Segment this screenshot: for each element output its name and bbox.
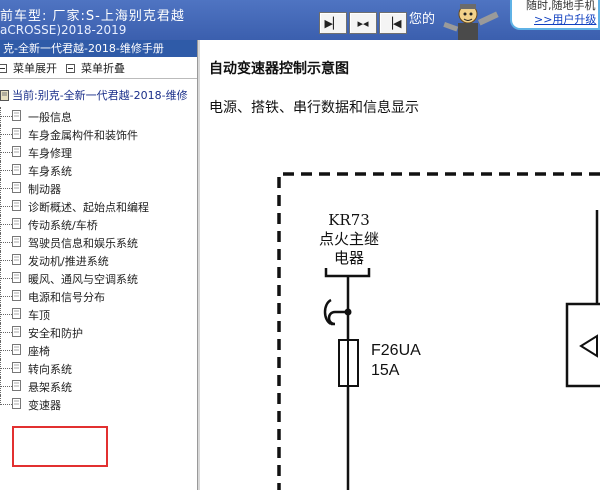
- collapse-menu-button[interactable]: 菜单折叠: [66, 60, 125, 76]
- split-arrows-icon: ▸◂: [357, 16, 369, 30]
- tree-item-label: 转向系统: [28, 363, 72, 376]
- tree-item-label: 暖风、通风与空调系统: [28, 273, 138, 286]
- nav-first-button[interactable]: ▶▏: [319, 12, 347, 34]
- document-icon: [12, 110, 21, 121]
- document-icon: [12, 254, 21, 265]
- tree-item-label: 发动机/推进系统: [28, 255, 109, 268]
- tree-item-label: 安全和防护: [28, 327, 83, 340]
- nav-split-button[interactable]: ▸◂: [349, 12, 377, 34]
- tree-item[interactable]: 车顶: [0, 305, 197, 323]
- page-subtitle: 电源、搭铁、串行数据和信息显示: [209, 100, 419, 116]
- tree-item[interactable]: 车身金属构件和装饰件: [0, 125, 197, 143]
- tree-item-label: 车身金属构件和装饰件: [28, 129, 138, 142]
- tree-item-label: 变速器: [28, 399, 61, 412]
- document-icon: [12, 200, 21, 211]
- tree-item-label: 车身修理: [28, 147, 72, 160]
- document-icon: [12, 146, 21, 157]
- collapse-icon: [66, 63, 75, 73]
- tree-item[interactable]: 诊断概述、起始点和编程: [0, 197, 197, 215]
- promo-panel: 随时,随地手机 >>用户升级: [510, 0, 600, 30]
- document-icon: [12, 218, 21, 229]
- top-banner: 前车型: 厂家:S-上海别克君越 aCROSSE)2018-2019 ▶▏ ▸◂…: [0, 0, 600, 40]
- tree-item[interactable]: 传动系统/车桥: [0, 215, 197, 233]
- expand-icon: [0, 63, 7, 73]
- tree-item[interactable]: 座椅: [0, 341, 197, 359]
- document-icon: [12, 326, 21, 337]
- fuse-code: F26UA: [371, 342, 421, 359]
- tree-item[interactable]: 发动机/推进系统: [0, 251, 197, 269]
- arrow-right-icon: ▶▏: [324, 16, 342, 30]
- tree-item-selected[interactable]: 变速器: [0, 395, 197, 413]
- fuse-rating: 15A: [371, 362, 400, 379]
- tree-item[interactable]: 暖风、通风与空调系统: [0, 269, 197, 287]
- page-title: 自动变速器控制示意图: [209, 61, 349, 77]
- document-icon: [12, 398, 21, 409]
- divider: [0, 78, 197, 79]
- module-boundary: [277, 172, 600, 490]
- tree-item[interactable]: 转向系统: [0, 359, 197, 377]
- arrow-left-icon: ▕◀: [384, 16, 402, 30]
- tree-item-label: 悬架系统: [28, 381, 72, 394]
- relay-name-2: 电器: [334, 249, 364, 267]
- navigation-pane: 克-全新一代君越-2018-维修手册 菜单展开 菜单折叠 当前:别克-全新一代君…: [0, 40, 197, 490]
- document-icon: [12, 236, 21, 247]
- document-icon: [12, 272, 21, 283]
- content-pane: 自动变速器控制示意图 电源、搭铁、串行数据和信息显示 KR73 点火主继 电器 …: [201, 40, 600, 490]
- document-icon: [12, 182, 21, 193]
- document-icon: [12, 290, 21, 301]
- tree-item-label: 电源和信号分布: [28, 291, 105, 304]
- open-book-icon: [0, 89, 9, 101]
- tree-item[interactable]: 电源和信号分布: [0, 287, 197, 305]
- current-manual-node[interactable]: 当前:别克-全新一代君越-2018-维修: [0, 87, 188, 103]
- tree-item[interactable]: 车身系统: [0, 161, 197, 179]
- relay-name-1: 点火主继: [319, 230, 379, 248]
- tree-item[interactable]: 驾驶员信息和娱乐系统: [0, 233, 197, 251]
- tree-item[interactable]: 安全和防护: [0, 323, 197, 341]
- tree-item-label: 传动系统/车桥: [28, 219, 98, 232]
- tree-item-label: 诊断概述、起始点和编程: [28, 201, 149, 214]
- tree-item[interactable]: 悬架系统: [0, 377, 197, 395]
- current-manual-label: 当前:别克-全新一代君越-2018-维修: [12, 89, 188, 102]
- upgrade-link[interactable]: >>用户升级: [534, 11, 596, 27]
- document-icon: [12, 164, 21, 175]
- wiring-diagram: KR73 点火主继 电器 F26UA 15A: [277, 172, 600, 490]
- tree-item[interactable]: 制动器: [0, 179, 197, 197]
- car-type-label: 前车型: 厂家:S-上海别克君越: [0, 9, 185, 24]
- tree-item-label: 座椅: [28, 345, 50, 358]
- mascot-icon: [443, 4, 499, 40]
- car-model-label: aCROSSE)2018-2019: [0, 23, 127, 37]
- nav-last-button[interactable]: ▕◀: [379, 12, 407, 34]
- relay-contact: [324, 268, 371, 278]
- expand-menu-label: 菜单展开: [13, 62, 57, 75]
- tree-item-label: 车顶: [28, 309, 50, 322]
- welcome-text: 您的: [409, 12, 436, 27]
- tree-item[interactable]: 车身修理: [0, 143, 197, 161]
- document-icon: [12, 308, 21, 319]
- tree-item-label: 车身系统: [28, 165, 72, 178]
- tree-item-label: 一般信息: [28, 111, 72, 124]
- tree-item[interactable]: 一般信息: [0, 107, 197, 125]
- expand-menu-button[interactable]: 菜单展开: [0, 60, 57, 76]
- document-icon: [12, 362, 21, 373]
- document-icon: [12, 128, 21, 139]
- highlight-annotation: [12, 426, 108, 467]
- tree-toolbar: 菜单展开 菜单折叠: [0, 58, 197, 76]
- relay-code: KR73: [328, 211, 370, 229]
- document-icon: [12, 380, 21, 391]
- tree-item-label: 制动器: [28, 183, 61, 196]
- manual-title: 克-全新一代君越-2018-维修手册: [0, 40, 197, 57]
- chapter-tree: 一般信息 车身金属构件和装饰件 车身修理 车身系统 制动器 诊断概述、起始点和编…: [0, 107, 197, 413]
- collapse-menu-label: 菜单折叠: [81, 62, 125, 75]
- tree-item-label: 驾驶员信息和娱乐系统: [28, 237, 138, 250]
- document-icon: [12, 344, 21, 355]
